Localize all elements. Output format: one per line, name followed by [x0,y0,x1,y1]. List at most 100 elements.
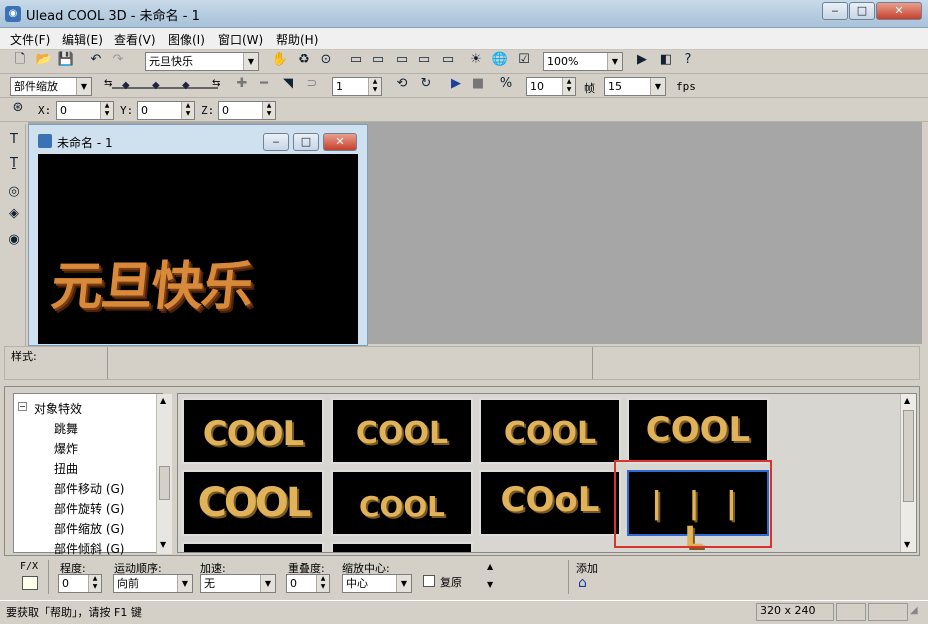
menu-view[interactable]: 查看(V) [114,31,156,48]
export-icon[interactable]: ▶ [632,50,652,70]
save-icon[interactable]: 💾 [56,50,76,70]
easy-palette: − 对象特效 跳舞 爆炸 扭曲 部件移动 (G) 部件旋转 (G) 部件缩放 (… [4,386,920,556]
redo-icon[interactable]: ↷ [108,50,128,70]
view-front-icon[interactable]: ▭ [346,50,366,70]
stop-icon[interactable]: ■ [468,74,488,94]
doc-minimize-button[interactable]: ‒ [263,133,289,151]
canvas-3d-text: 元旦快乐 [48,256,255,317]
context-help-icon[interactable]: ? [678,50,698,70]
thumbnail[interactable] [331,542,473,552]
thumbnail[interactable]: COOL [331,470,473,536]
collapse-icon[interactable]: − [18,402,27,411]
thumbnail[interactable]: COOL [182,470,324,536]
document-window: 未命名 - 1 ‒ □ ✕ 元旦快乐 [28,124,368,346]
thumbnail[interactable]: COOL [627,398,769,464]
degree-spinner[interactable]: 0 ▲ ▼ [58,574,102,593]
position-tool-icon[interactable]: ⊛ [8,98,28,118]
fx-attributes-bar: F/X 程度: 0 ▲ ▼ 运动顺序: 向前 ▼ 加速: 无 ▼ 重叠度: 0 ▲ ▼ 缩放… [0,558,928,598]
window-title: Ulead COOL 3D - 未命名 - 1 [26,9,200,24]
edit-text-icon[interactable]: Ṯ [4,154,24,174]
reverse-icon[interactable]: ⊃ [302,74,322,94]
y-label: Y: [120,104,134,117]
resize-grip-icon[interactable]: ◢ [910,605,918,616]
thumbnail[interactable]: COoL [479,470,621,536]
part-attribute-select[interactable]: 部件缩放 ▼ [10,77,92,96]
frame-number-spinner[interactable]: 1 ▲ ▼ [332,77,382,96]
menu-edit[interactable]: 编辑(E) [62,31,103,48]
maximize-button[interactable]: □ [849,2,875,20]
select-object-icon[interactable]: ⊙ [316,50,336,70]
new-file-icon[interactable]: 🗋 [10,50,30,70]
status-help-text: 要获取「帮助」，请按 F1 键 [6,606,142,619]
loop-icon[interactable]: ⟲ [392,74,412,94]
add-keyframe-icon[interactable]: ✚ [232,74,252,94]
rotate-hand-icon[interactable]: ♻ [294,50,314,70]
globe-icon[interactable]: 🌐 [490,50,510,70]
zoom-select[interactable]: 100% ▼ [543,52,623,71]
restore-checkbox[interactable] [423,575,435,587]
light-icon[interactable]: ☀ [466,50,486,70]
add-house-icon[interactable]: ⌂ [578,575,587,591]
tree-item[interactable]: 部件缩放 (G) [54,520,124,537]
play-icon[interactable]: ▶ [446,74,466,94]
thumbnail[interactable]: COOL [182,398,324,464]
preview-canvas[interactable]: 元旦快乐 [38,154,358,344]
checklist-icon[interactable]: ☑ [514,50,534,70]
smooth-motion-icon[interactable]: % [496,74,516,94]
fx-icon[interactable] [22,576,38,590]
overlap-spinner[interactable]: 0 ▲ ▼ [286,574,330,593]
tree-item[interactable]: 部件移动 (G) [54,480,124,497]
tree-item[interactable]: 爆炸 [54,440,78,457]
pingpong-icon[interactable]: ↻ [416,74,436,94]
open-file-icon[interactable]: 📂 [34,50,54,70]
thumbnails-scrollbar[interactable]: ▲ ▼ [900,394,916,552]
app-icon: ◉ [5,6,21,22]
x-spinner[interactable]: 0 ▲ ▼ [56,101,114,120]
canvas-size: 320 x 240 [760,604,816,617]
scroll-up-icon[interactable]: ▲ [487,562,493,571]
tree-root[interactable]: 对象特效 [34,400,82,417]
accel-select[interactable]: 无 ▼ [200,574,276,593]
thumbnail[interactable] [182,542,324,552]
doc-close-button[interactable]: ✕ [323,133,357,151]
menu-file[interactable]: 文件(F) [10,31,50,48]
scroll-down-icon[interactable]: ▼ [487,580,493,589]
add-label: 添加 [576,562,598,575]
text-object-select[interactable]: 元旦快乐 ▼ [145,52,259,71]
minimize-button[interactable]: ‒ [822,2,848,20]
cool-icon[interactable]: ◧ [656,50,676,70]
disc-icon[interactable]: ◉ [4,230,24,250]
menu-window[interactable]: 窗口(W) [218,31,263,48]
view-top-icon[interactable]: ▭ [438,50,458,70]
insert-text-icon[interactable]: T [4,130,24,150]
fps-select[interactable]: 15 ▼ [604,77,666,96]
thumbnail[interactable]: COOL [479,398,621,464]
remove-keyframe-icon[interactable]: ━ [254,74,274,94]
close-button[interactable]: ✕ [876,2,922,20]
tree-item[interactable]: 扭曲 [54,460,78,477]
tree-item[interactable]: 部件倾斜 (G) [54,540,124,557]
thumbnail[interactable]: COOL [331,398,473,464]
tree-item[interactable]: 跳舞 [54,420,78,437]
menu-image[interactable]: 图像(I) [168,31,205,48]
hand-move-icon[interactable]: ✋ [270,50,290,70]
y-spinner[interactable]: 0 ▲ ▼ [137,101,195,120]
view-back-icon[interactable]: ▭ [368,50,388,70]
tree-scrollbar[interactable]: ▲ ▼ [156,394,172,554]
order-select[interactable]: 向前 ▼ [113,574,193,593]
center-select[interactable]: 中心 ▼ [342,574,412,593]
timeline-slider[interactable]: ⇆ ◆ ◆ ◆ ⇆ [104,78,226,94]
menu-help[interactable]: 帮助(H) [276,31,318,48]
edit-shape-icon[interactable]: ◈ [4,204,24,224]
z-spinner[interactable]: 0 ▲ ▼ [218,101,276,120]
view-left-icon[interactable]: ▭ [392,50,412,70]
fx-label: F/X [20,561,39,572]
tree-item[interactable]: 部件旋转 (G) [54,500,124,517]
animation-toolbar: 部件缩放 ▼ ⇆ ◆ ◆ ◆ ⇆ ✚ ━ ◥ ⊃ 1 ▲ ▼ ⟲ ↻ ▶ ■ % 10… [0,74,928,98]
insert-shape-icon[interactable]: ◎ [4,182,24,202]
undo-icon[interactable]: ↶ [86,50,106,70]
doc-maximize-button[interactable]: □ [293,133,319,151]
total-frames-spinner[interactable]: 10 ▲ ▼ [526,77,576,96]
flip-icon[interactable]: ◥ [278,74,298,94]
view-right-icon[interactable]: ▭ [414,50,434,70]
